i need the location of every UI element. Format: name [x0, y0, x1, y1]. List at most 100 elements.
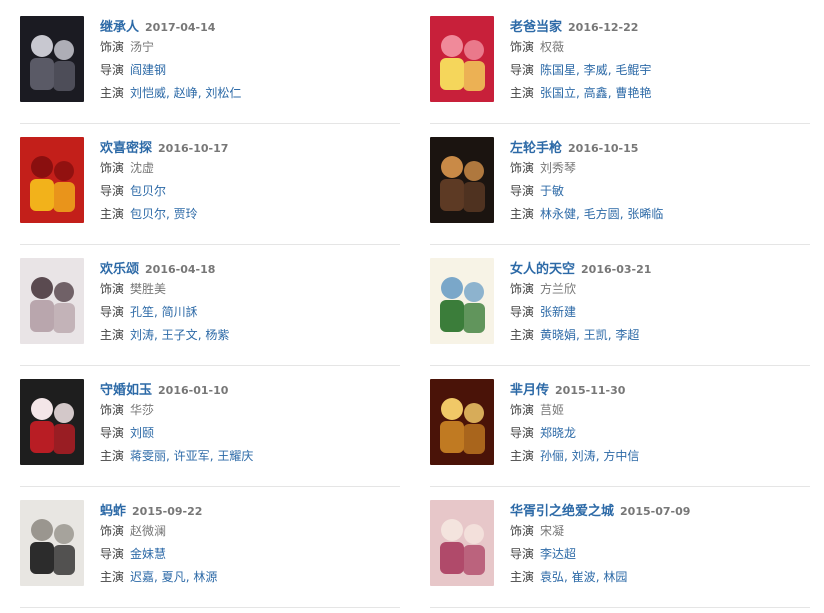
- person-link[interactable]: 金妹慧: [130, 547, 166, 561]
- role-label: 饰演: [510, 282, 535, 296]
- person-link[interactable]: 黄晓娟: [540, 328, 576, 342]
- role-row: 饰演 方兰欣: [510, 278, 810, 301]
- person-link[interactable]: 孔笙: [130, 305, 154, 319]
- director-row: 导演 阎建钢: [100, 59, 400, 82]
- drama-poster[interactable]: [430, 137, 494, 223]
- person-link[interactable]: 孙俪: [540, 449, 564, 463]
- person-link[interactable]: 王子文: [162, 328, 198, 342]
- person-link[interactable]: 张晞临: [627, 207, 663, 221]
- drama-info: 欢乐颂 2016-04-18 饰演 樊胜美 导演 孔笙, 简川訸 主演 刘涛, 王子文, 杨紫: [100, 258, 400, 347]
- drama-card: 芈月传 2015-11-30 饰演 莒姬 导演 郑晓龙 主演 孙俪, 刘涛, 方中信: [430, 363, 810, 484]
- cast-row: 主演 刘恺威, 赵峥, 刘松仁: [100, 82, 400, 105]
- title-row: 女人的天空 2016-03-21: [510, 258, 810, 278]
- person-link[interactable]: 方中信: [603, 449, 639, 463]
- person-link[interactable]: 于敏: [540, 184, 564, 198]
- release-date: 2016-12-22: [568, 21, 639, 34]
- drama-title-link[interactable]: 欢乐颂: [100, 262, 139, 277]
- role-row: 饰演 樊胜美: [100, 278, 400, 301]
- person-link[interactable]: 张国立: [540, 86, 576, 100]
- person-link[interactable]: 李超: [615, 328, 639, 342]
- person-link[interactable]: 迟嘉: [130, 570, 154, 584]
- person-link[interactable]: 陈国星: [540, 63, 576, 77]
- person-link[interactable]: 赵峥: [174, 86, 198, 100]
- person-link[interactable]: 张新建: [540, 305, 576, 319]
- person-link[interactable]: 简川訸: [162, 305, 198, 319]
- person-link[interactable]: 王凯: [584, 328, 608, 342]
- person-link[interactable]: 高鑫: [584, 86, 608, 100]
- drama-title-link[interactable]: 欢喜密探: [100, 141, 152, 156]
- person-link[interactable]: 阎建钢: [130, 63, 166, 77]
- release-date: 2016-03-21: [581, 263, 652, 276]
- person-link[interactable]: 夏凡: [162, 570, 186, 584]
- director-row: 导演 张新建: [510, 301, 810, 324]
- person-link[interactable]: 林园: [603, 570, 627, 584]
- person-link[interactable]: 林永健: [540, 207, 576, 221]
- person-link[interactable]: 刘松仁: [205, 86, 241, 100]
- person-link[interactable]: 包贝尔: [130, 184, 166, 198]
- drama-title-link[interactable]: 蚂蚱: [100, 504, 126, 519]
- cast-label: 主演: [100, 449, 125, 463]
- cast-label: 主演: [510, 207, 535, 221]
- drama-title-link[interactable]: 芈月传: [510, 383, 549, 398]
- person-link[interactable]: 包贝尔: [130, 207, 166, 221]
- title-row: 老爸当家 2016-12-22: [510, 16, 810, 36]
- role-row: 饰演 华莎: [100, 399, 400, 422]
- drama-poster[interactable]: [20, 500, 84, 586]
- drama-poster[interactable]: [430, 258, 494, 344]
- person-link[interactable]: 李威: [584, 63, 608, 77]
- director-row: 导演 李达超: [510, 543, 810, 566]
- person-link[interactable]: 毛方圆: [584, 207, 620, 221]
- drama-poster[interactable]: [20, 379, 84, 465]
- drama-info: 芈月传 2015-11-30 饰演 莒姬 导演 郑晓龙 主演 孙俪, 刘涛, 方中信: [510, 379, 810, 468]
- drama-poster[interactable]: [20, 258, 84, 344]
- role-name: 方兰欣: [540, 282, 577, 296]
- person-link[interactable]: 贾玲: [174, 207, 198, 221]
- person-link[interactable]: 蒋雯丽: [130, 449, 166, 463]
- title-row: 芈月传 2015-11-30: [510, 379, 810, 399]
- filmography-grid: 继承人 2017-04-14 饰演 汤宁 导演 阎建钢 主演 刘恺威, 赵峥, 刘松仁 欢喜密探…: [20, 0, 810, 613]
- name-separator: ,: [576, 328, 584, 342]
- drama-title-link[interactable]: 继承人: [100, 20, 139, 35]
- drama-title-link[interactable]: 女人的天空: [510, 262, 575, 277]
- cast-label: 主演: [510, 328, 535, 342]
- drama-card: 华胥引之绝爱之城 2015-07-09 饰演 宋凝 导演 李达超 主演 袁弘, 崔波, 林园: [430, 484, 810, 605]
- person-link[interactable]: 崔波: [572, 570, 596, 584]
- director-row: 导演 陈国星, 李威, 毛鲲宇: [510, 59, 810, 82]
- role-label: 饰演: [100, 524, 125, 538]
- person-link[interactable]: 刘恺威: [130, 86, 166, 100]
- person-link[interactable]: 刘涛: [572, 449, 596, 463]
- person-link[interactable]: 李达超: [540, 547, 576, 561]
- drama-info: 老爸当家 2016-12-22 饰演 权薇 导演 陈国星, 李威, 毛鲲宇 主演 张国立, 高…: [510, 16, 810, 105]
- drama-title-link[interactable]: 华胥引之绝爱之城: [510, 504, 614, 519]
- person-link[interactable]: 王耀庆: [217, 449, 253, 463]
- drama-card: 欢喜密探 2016-10-17 饰演 沈虚 导演 包贝尔 主演 包贝尔, 贾玲: [20, 121, 400, 242]
- role-row: 饰演 莒姬: [510, 399, 810, 422]
- release-date: 2016-10-15: [568, 142, 639, 155]
- drama-poster[interactable]: [20, 16, 84, 102]
- role-name: 华莎: [130, 403, 155, 417]
- cast-label: 主演: [100, 207, 125, 221]
- role-label: 饰演: [100, 40, 125, 54]
- drama-poster[interactable]: [430, 16, 494, 102]
- person-link[interactable]: 毛鲲宇: [615, 63, 651, 77]
- person-link[interactable]: 许亚军: [174, 449, 210, 463]
- drama-info: 欢喜密探 2016-10-17 饰演 沈虚 导演 包贝尔 主演 包贝尔, 贾玲: [100, 137, 400, 226]
- person-link[interactable]: 刘颐: [130, 426, 154, 440]
- drama-poster[interactable]: [20, 137, 84, 223]
- role-name: 樊胜美: [130, 282, 167, 296]
- person-link[interactable]: 刘涛: [130, 328, 154, 342]
- release-date: 2015-11-30: [555, 384, 626, 397]
- person-link[interactable]: 郑晓龙: [540, 426, 576, 440]
- drama-title-link[interactable]: 守婚如玉: [100, 383, 152, 398]
- person-link[interactable]: 曹艳艳: [615, 86, 651, 100]
- drama-title-link[interactable]: 老爸当家: [510, 20, 562, 35]
- drama-poster[interactable]: [430, 379, 494, 465]
- director-label: 导演: [100, 547, 125, 561]
- person-link[interactable]: 杨紫: [205, 328, 229, 342]
- person-link[interactable]: 林源: [193, 570, 217, 584]
- drama-poster[interactable]: [430, 500, 494, 586]
- role-name: 莒姬: [540, 403, 565, 417]
- person-link[interactable]: 袁弘: [540, 570, 564, 584]
- director-label: 导演: [510, 305, 535, 319]
- drama-title-link[interactable]: 左轮手枪: [510, 141, 562, 156]
